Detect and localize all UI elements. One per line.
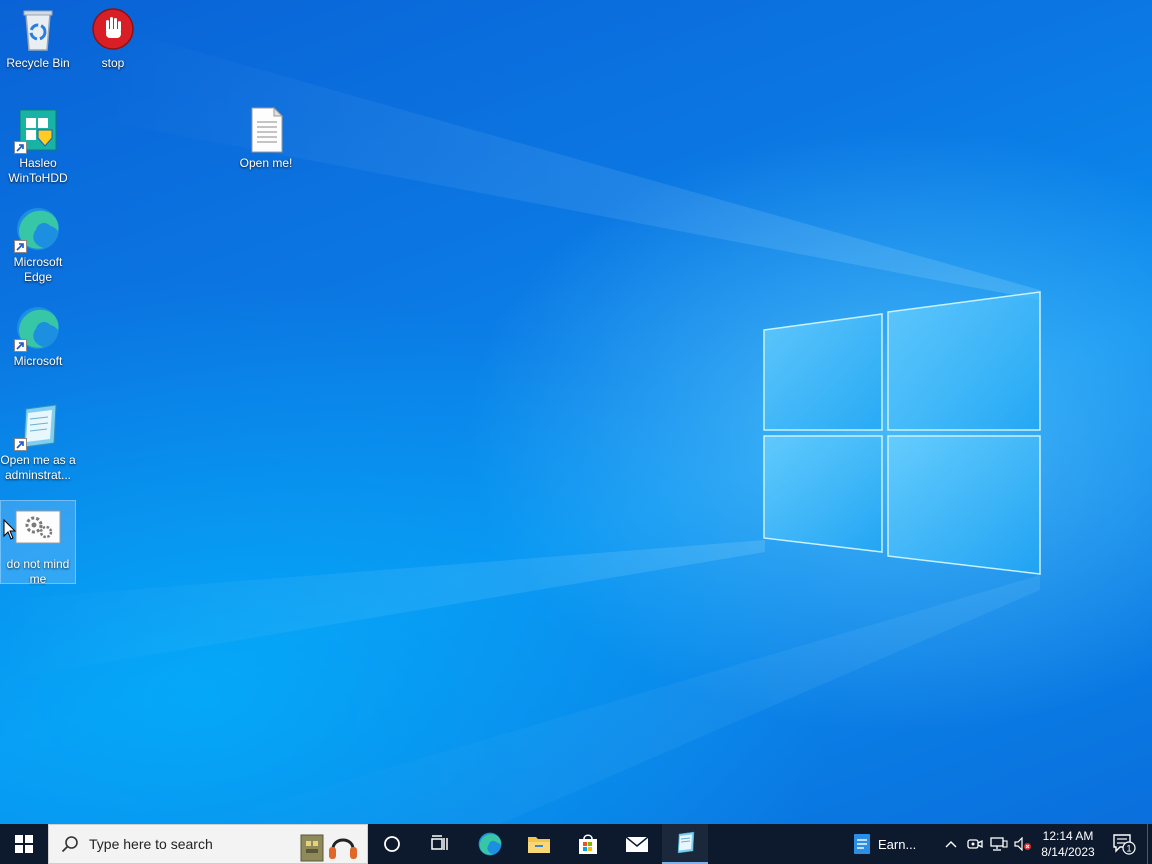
meet-now-button[interactable] [964, 824, 986, 864]
notification-icon: 1 [1113, 834, 1136, 855]
desktop-icon-label: Open me! [239, 156, 293, 170]
desktop-icon-stop[interactable]: stop [75, 6, 151, 71]
search-highlight-art-icon [300, 834, 357, 862]
show-desktop-button[interactable] [1147, 824, 1152, 864]
wintohdd-icon [14, 106, 62, 154]
settings-gears-icon [14, 507, 62, 555]
mouse-cursor-icon [3, 519, 17, 540]
desktop-icon-label: Open me as a adminstrat... [0, 453, 76, 482]
desktop[interactable]: Recycle Bin stop Hasleo WinToHDD Open me… [0, 0, 1152, 824]
running-app-label: Earn... [878, 836, 917, 852]
desktop-icon-label: do not mind me [6, 557, 70, 586]
show-hidden-icons-button[interactable] [940, 824, 962, 864]
network-button[interactable] [988, 824, 1010, 864]
clock-date: 8/14/2023 [1041, 845, 1095, 859]
windows-logo-icon [15, 835, 33, 853]
search-icon [61, 836, 78, 853]
volume-button[interactable] [1012, 824, 1034, 864]
search-placeholder: Type here to search [89, 836, 213, 852]
camera-icon [967, 839, 983, 849]
taskbar: Type here to search Earn... 12:14 AM 8/1… [0, 824, 1152, 864]
search-box[interactable]: Type here to search [48, 824, 368, 864]
task-view-icon [431, 835, 448, 850]
notepad-icon [677, 831, 695, 854]
start-button[interactable] [0, 824, 48, 864]
network-icon [990, 837, 1008, 851]
desktop-icon-label: Recycle Bin [6, 56, 70, 70]
desktop-icon-label: Hasleo WinToHDD [8, 156, 68, 185]
store-icon [579, 834, 597, 854]
desktop-icon-label: Microsoft [13, 354, 63, 368]
text-file-icon [242, 106, 290, 154]
desktop-icon-label: Microsoft Edge [13, 255, 63, 284]
cortana-button[interactable] [368, 824, 416, 864]
desktop-icon-microsoft-edge[interactable]: Microsoft Edge [0, 205, 76, 285]
document-app-icon [854, 834, 870, 854]
recycle-bin-icon [14, 6, 62, 54]
action-center-button[interactable]: 1 [1104, 824, 1144, 864]
chevron-up-icon [945, 841, 957, 848]
clock-time: 12:14 AM [1042, 829, 1094, 843]
taskbar-running-app-button[interactable]: Earn... [852, 824, 936, 864]
clock-button[interactable]: 12:14 AM 8/14/2023 [1034, 824, 1102, 864]
task-view-button[interactable] [416, 824, 464, 864]
desktop-icon-do-not-mind-me[interactable]: do not mind me [0, 500, 76, 586]
taskbar-edge-button[interactable] [466, 824, 514, 864]
desktop-icon-hasleo-wintohdd[interactable]: Hasleo WinToHDD [0, 106, 76, 186]
mail-icon [625, 836, 649, 852]
taskbar-store-button[interactable] [564, 824, 612, 864]
edge-icon [478, 832, 502, 856]
folder-icon [528, 837, 550, 853]
desktop-icon-microsoft[interactable]: Microsoft [0, 304, 76, 369]
desktop-icon-open-me[interactable]: Open me! [228, 106, 304, 171]
volume-muted-icon [1014, 837, 1031, 851]
taskbar-notepad-button[interactable] [662, 824, 708, 864]
notification-count: 1 [1126, 844, 1131, 854]
cortana-circle-icon [384, 836, 400, 852]
desktop-icon-label: stop [101, 56, 125, 70]
desktop-icon-recycle-bin[interactable]: Recycle Bin [0, 6, 76, 71]
stop-hand-icon [89, 6, 137, 54]
notepad-icon [14, 403, 62, 451]
desktop-icon-open-me-as-admin[interactable]: Open me as a adminstrat... [0, 403, 76, 483]
windows-wallpaper-logo [0, 30, 1041, 824]
edge-icon [14, 205, 62, 253]
taskbar-file-explorer-button[interactable] [515, 824, 563, 864]
edge-icon [14, 304, 62, 352]
taskbar-mail-button[interactable] [613, 824, 661, 864]
